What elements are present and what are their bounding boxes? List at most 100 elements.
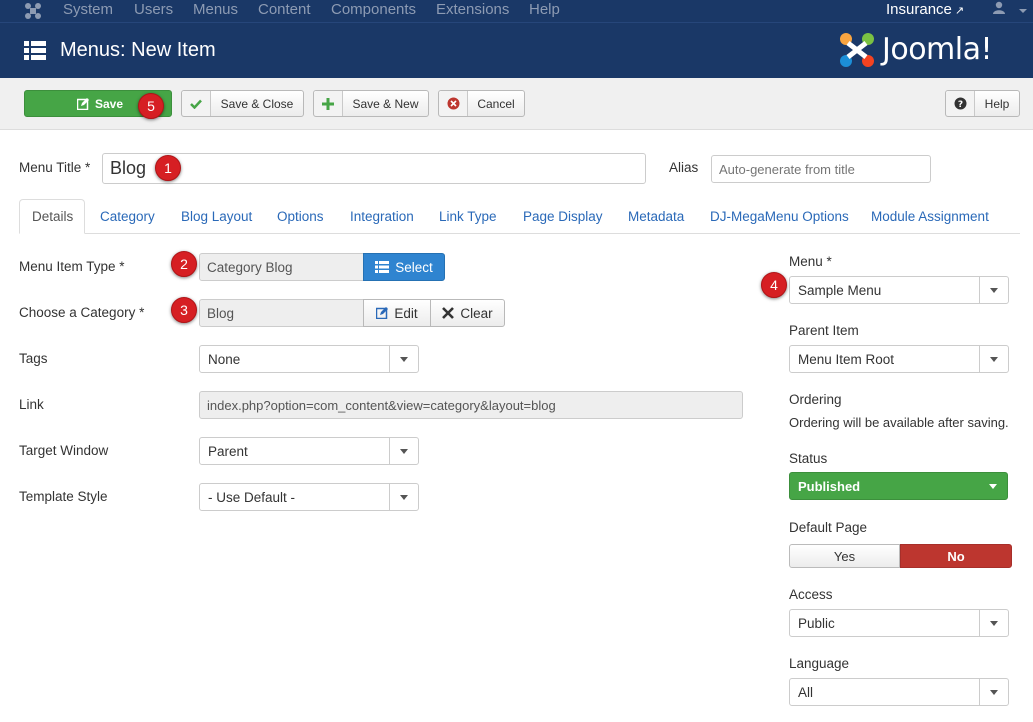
- annotation-marker-5: 5: [138, 93, 164, 119]
- default-page-no-toggle[interactable]: No: [900, 544, 1012, 568]
- cancel-icon: [439, 91, 468, 116]
- clear-category-button[interactable]: Clear: [430, 299, 505, 327]
- menu-item-type-label: Menu Item Type *: [19, 259, 125, 274]
- chevron-down-icon: [979, 346, 1008, 372]
- cancel-label: Cancel: [477, 96, 515, 111]
- help-icon: ?: [946, 91, 975, 116]
- target-window-select[interactable]: Parent: [199, 437, 419, 465]
- help-label: Help: [984, 96, 1010, 111]
- user-caret-icon[interactable]: [1019, 9, 1027, 13]
- edit-label: Edit: [394, 305, 418, 321]
- parent-item-label: Parent Item: [789, 323, 859, 338]
- access-value: Public: [798, 615, 835, 631]
- link-label: Link: [19, 397, 44, 412]
- template-style-value: - Use Default -: [208, 489, 296, 505]
- access-select[interactable]: Public: [789, 609, 1009, 637]
- tab-details[interactable]: Details: [19, 199, 85, 234]
- chevron-down-icon: [979, 679, 1008, 705]
- nav-help[interactable]: Help: [529, 1, 560, 18]
- parent-item-value: Menu Item Root: [798, 351, 895, 367]
- joomla-brand-icon: [840, 33, 874, 67]
- status-value: Published: [798, 478, 861, 494]
- save-label: Save: [95, 96, 124, 111]
- chevron-down-icon: [989, 484, 997, 489]
- page-title: Menus: New Item: [60, 39, 216, 61]
- template-style-label: Template Style: [19, 489, 108, 504]
- chevron-down-icon: [979, 610, 1008, 636]
- tab-options[interactable]: Options: [277, 199, 324, 234]
- nav-extensions[interactable]: Extensions: [436, 1, 509, 18]
- nav-system[interactable]: System: [63, 1, 113, 18]
- tab-integration[interactable]: Integration: [350, 199, 414, 234]
- target-window-value: Parent: [208, 443, 248, 459]
- tab-blog-layout[interactable]: Blog Layout: [181, 199, 252, 234]
- menu-item-type-field: Category Blog: [199, 253, 364, 281]
- chevron-down-icon: [389, 484, 418, 510]
- tab-dj-megamenu-options[interactable]: DJ-MegaMenu Options: [710, 199, 849, 234]
- site-name: Insurance: [886, 1, 952, 18]
- plus-icon: [314, 91, 343, 116]
- default-page-yes-toggle[interactable]: Yes: [789, 544, 900, 568]
- language-select[interactable]: All: [789, 678, 1009, 706]
- link-field: index.php?option=com_content&view=catego…: [199, 391, 743, 419]
- parent-item-select[interactable]: Menu Item Root: [789, 345, 1009, 373]
- menu-label: Menu *: [789, 254, 832, 269]
- top-navbar: System Users Menus Content Components Ex…: [0, 0, 1033, 22]
- category-label: Choose a Category *: [19, 305, 145, 320]
- language-label: Language: [789, 656, 850, 671]
- chevron-down-icon: [389, 438, 418, 464]
- template-style-select[interactable]: - Use Default -: [199, 483, 419, 511]
- select-label: Select: [395, 259, 433, 275]
- menu-title-input[interactable]: Blog: [102, 153, 646, 184]
- edit-category-button[interactable]: Edit: [363, 299, 431, 327]
- tab-metadata[interactable]: Metadata: [628, 199, 684, 234]
- help-button[interactable]: ? Help: [945, 90, 1020, 117]
- edit-icon: [77, 97, 89, 110]
- external-link-icon: ↗: [954, 5, 965, 17]
- cancel-button[interactable]: Cancel: [438, 90, 525, 117]
- tags-select[interactable]: None: [199, 345, 419, 373]
- svg-text:?: ?: [957, 100, 962, 110]
- category-field: Blog: [199, 299, 364, 327]
- annotation-marker-1: 1: [155, 155, 181, 181]
- save-close-button[interactable]: Save & Close: [181, 90, 304, 117]
- nav-components[interactable]: Components: [331, 1, 416, 18]
- tab-module-assignment[interactable]: Module Assignment: [871, 199, 989, 234]
- user-icon[interactable]: [993, 1, 1005, 17]
- edit-icon: [376, 307, 389, 319]
- site-link[interactable]: Insurance ↗: [886, 1, 964, 18]
- tab-link-type[interactable]: Link Type: [439, 199, 497, 234]
- menu-select[interactable]: Sample Menu: [789, 276, 1009, 304]
- target-window-label: Target Window: [19, 443, 109, 458]
- nav-content[interactable]: Content: [258, 1, 311, 18]
- alias-input[interactable]: [711, 155, 931, 183]
- check-icon: [182, 91, 211, 116]
- joomla-logo-icon[interactable]: [24, 2, 42, 20]
- clear-label: Clear: [460, 305, 493, 321]
- tags-label: Tags: [19, 351, 48, 366]
- close-icon: [442, 307, 455, 319]
- save-close-label: Save & Close: [220, 96, 294, 111]
- menu-title-label: Menu Title *: [19, 160, 91, 175]
- menu-value: Sample Menu: [798, 282, 882, 298]
- ordering-label: Ordering: [789, 392, 842, 407]
- chevron-down-icon: [979, 277, 1008, 303]
- language-value: All: [798, 684, 814, 700]
- select-type-button[interactable]: Select: [363, 253, 445, 281]
- annotation-marker-2: 2: [171, 251, 197, 277]
- nav-users[interactable]: Users: [134, 1, 173, 18]
- ordering-note: Ordering will be available after saving.: [789, 415, 1009, 430]
- status-select[interactable]: Published: [789, 472, 1008, 500]
- nav-menus[interactable]: Menus: [193, 1, 238, 18]
- annotation-marker-3: 3: [171, 297, 197, 323]
- tab-page-display[interactable]: Page Display: [523, 199, 603, 234]
- default-page-label: Default Page: [789, 520, 868, 535]
- tab-bar: Details Category Blog Layout Options Int…: [19, 199, 1020, 234]
- access-label: Access: [789, 587, 833, 602]
- save-new-button[interactable]: Save & New: [313, 90, 429, 117]
- list-menu-icon: [24, 41, 46, 60]
- page-header: Menus: New Item Joomla!: [0, 22, 1033, 78]
- status-label: Status: [789, 451, 828, 466]
- tab-category[interactable]: Category: [100, 199, 155, 234]
- save-new-label: Save & New: [352, 96, 419, 111]
